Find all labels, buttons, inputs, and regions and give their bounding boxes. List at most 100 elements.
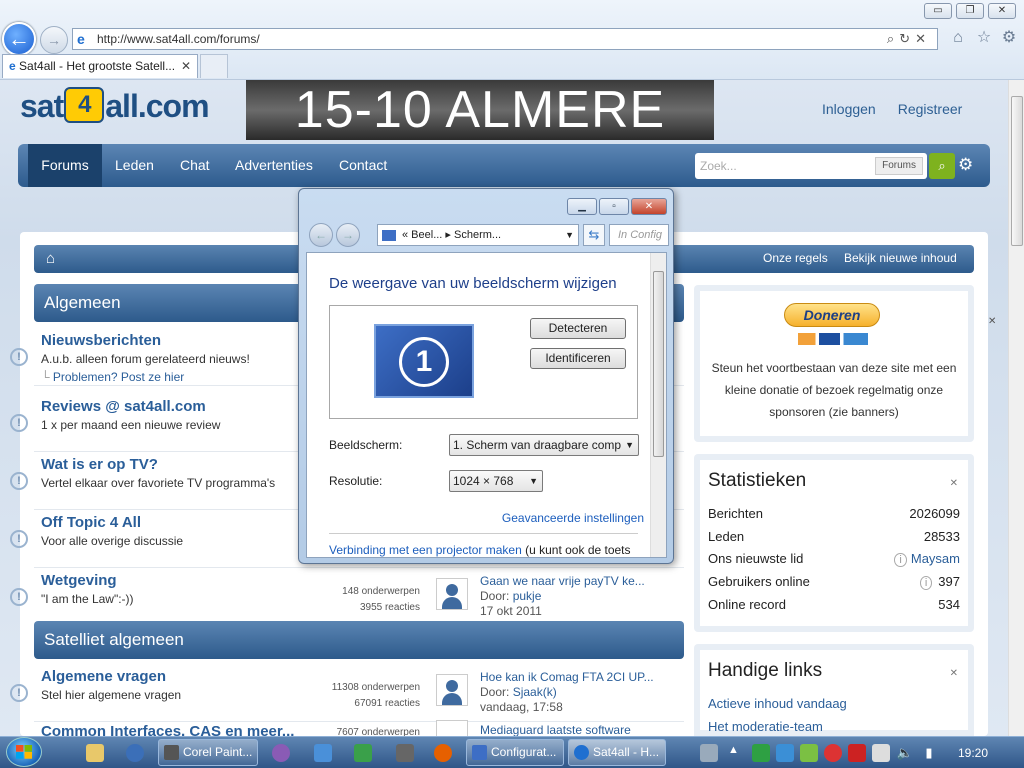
task-corel-paint[interactable]: Corel Paint... bbox=[158, 739, 258, 766]
forum-title[interactable]: Common Interfaces, CAS en meer... bbox=[41, 723, 294, 736]
back-button[interactable]: ← bbox=[2, 22, 36, 56]
forum-row[interactable]: ! Wetgeving "I am the Law":-)) 148 onder… bbox=[10, 568, 684, 626]
favorites-star-icon[interactable]: ☆ bbox=[974, 28, 994, 48]
last-post-title[interactable]: Gaan we naar vrije payTV ke... bbox=[480, 574, 645, 588]
new-content-link[interactable]: Bekijk nieuwe inhoud bbox=[844, 251, 957, 265]
media-icon[interactable] bbox=[126, 744, 144, 762]
forum-title[interactable]: Reviews @ sat4all.com bbox=[41, 398, 206, 415]
collapse-icon[interactable]: ✕ bbox=[950, 478, 958, 489]
subforum-link[interactable]: └ Problemen? Post ze hier bbox=[41, 370, 184, 384]
dialog-back-button[interactable]: ← bbox=[309, 223, 333, 247]
clock[interactable]: 19:20 bbox=[958, 746, 988, 760]
link-moderators[interactable]: Het moderatie-team bbox=[708, 719, 960, 734]
rules-link[interactable]: Onze regels bbox=[763, 251, 828, 265]
forum-row[interactable]: Common Interfaces, CAS en meer... 7607 o… bbox=[34, 720, 684, 736]
forum-title[interactable]: Wetgeving bbox=[41, 572, 117, 589]
dialog-refresh-button[interactable]: ⇆ bbox=[583, 224, 605, 246]
dialog-forward-button[interactable]: → bbox=[336, 223, 360, 247]
keyboard-icon[interactable] bbox=[700, 744, 718, 762]
dropdown-arrow-icon[interactable]: ▼ bbox=[565, 225, 574, 245]
dialog-scrollbar-thumb[interactable] bbox=[653, 271, 664, 457]
tray-app-icon[interactable] bbox=[800, 744, 818, 762]
home-icon[interactable]: ⌂ bbox=[948, 28, 968, 48]
tray-app-icon[interactable] bbox=[752, 744, 770, 762]
avatar[interactable] bbox=[436, 578, 468, 610]
close-icon[interactable]: ✕ bbox=[988, 316, 1002, 330]
search-input[interactable]: Zoek... Forums bbox=[695, 153, 927, 179]
identify-button[interactable]: Identificeren bbox=[530, 348, 626, 369]
nav-advertenties[interactable]: Advertenties bbox=[235, 144, 313, 187]
dialog-minimize-button[interactable]: ▁ bbox=[567, 198, 597, 215]
close-tab-icon[interactable]: ✕ bbox=[181, 59, 191, 73]
nav-chat[interactable]: Chat bbox=[180, 144, 210, 187]
dialog-maximize-button[interactable]: ▫ bbox=[599, 198, 629, 215]
forum-title[interactable]: Nieuwsberichten bbox=[41, 332, 161, 349]
detect-button[interactable]: Detecteren bbox=[530, 318, 626, 339]
online-users[interactable]: i 397 bbox=[919, 574, 960, 590]
last-post-title[interactable]: Mediaguard laatste software bbox=[480, 723, 631, 736]
login-link[interactable]: Inloggen bbox=[822, 101, 876, 117]
task-sat4all-browser[interactable]: Sat4all - H... bbox=[568, 739, 666, 766]
projector-link[interactable]: Verbinding met een projector maken bbox=[329, 543, 522, 557]
advanced-settings-link[interactable]: Geavanceerde instellingen bbox=[502, 511, 644, 525]
donate-button[interactable]: Doneren bbox=[784, 303, 880, 327]
signal-icon[interactable]: ▮ bbox=[920, 744, 938, 762]
ad-banner[interactable]: 15-10 ALMERE bbox=[246, 80, 714, 140]
app-icon[interactable] bbox=[354, 744, 372, 762]
forum-row[interactable]: ! Algemene vragen Stel hier algemene vra… bbox=[10, 664, 684, 722]
explorer-icon[interactable] bbox=[86, 744, 104, 762]
nav-contact[interactable]: Contact bbox=[339, 144, 387, 187]
maximize-button[interactable]: ❐ bbox=[956, 3, 984, 19]
browser-tab[interactable]: e Sat4all - Het grootste Satell... ✕ bbox=[2, 54, 198, 78]
display-select[interactable]: 1. Scherm van draagbare comp ▼ bbox=[449, 434, 639, 456]
close-window-button[interactable]: ✕ bbox=[988, 3, 1016, 19]
resolution-select[interactable]: 1024 × 768 ▼ bbox=[449, 470, 543, 492]
last-post-user[interactable]: pukje bbox=[513, 589, 542, 603]
dialog-scrollbar[interactable] bbox=[650, 253, 666, 557]
newest-member-link[interactable]: i Maysam bbox=[894, 551, 960, 567]
refresh-icon[interactable]: ↻ bbox=[899, 31, 915, 46]
dialog-search-input[interactable]: In Config bbox=[609, 224, 669, 246]
address-tools[interactable]: ⌕↻✕ bbox=[887, 31, 931, 47]
tray-app-icon[interactable] bbox=[824, 744, 842, 762]
collapse-icon[interactable]: ✕ bbox=[950, 668, 958, 679]
app-icon[interactable] bbox=[314, 744, 332, 762]
tray-app-icon[interactable] bbox=[776, 744, 794, 762]
start-button[interactable] bbox=[6, 737, 42, 767]
register-link[interactable]: Registreer bbox=[898, 101, 963, 117]
app-icon[interactable] bbox=[272, 744, 290, 762]
home-icon[interactable]: ⌂ bbox=[46, 250, 55, 267]
site-logo[interactable]: sat 4 all.com bbox=[20, 86, 210, 127]
search-scope-select[interactable]: Forums bbox=[875, 157, 923, 175]
forum-title[interactable]: Algemene vragen bbox=[41, 668, 166, 685]
address-bar[interactable]: e http://www.sat4all.com/forums/ ⌕↻✕ bbox=[72, 28, 938, 50]
forum-title[interactable]: Off Topic 4 All bbox=[41, 514, 141, 531]
last-post-title[interactable]: Hoe kan ik Comag FTA 2CI UP... bbox=[480, 670, 654, 684]
avatar[interactable] bbox=[436, 720, 468, 736]
page-scrollbar[interactable] bbox=[1008, 80, 1024, 736]
gear-icon[interactable]: ⚙ bbox=[999, 28, 1019, 48]
scrollbar-thumb[interactable] bbox=[1011, 96, 1023, 246]
firefox-icon[interactable] bbox=[434, 744, 452, 762]
volume-icon[interactable]: 🔈 bbox=[896, 744, 914, 762]
link-active-content[interactable]: Actieve inhoud vandaag bbox=[708, 696, 960, 711]
category-satelliet-algemeen[interactable]: Satelliet algemeen bbox=[34, 621, 684, 659]
forward-button[interactable]: → bbox=[40, 26, 68, 54]
stop-icon[interactable]: ✕ bbox=[915, 31, 931, 46]
tray-expand-icon[interactable]: ▲ bbox=[728, 744, 739, 756]
monitor-1[interactable]: 1 bbox=[374, 324, 474, 398]
last-post-user[interactable]: Sjaak(k) bbox=[513, 685, 557, 699]
network-warning-icon[interactable] bbox=[848, 744, 866, 762]
nav-forums[interactable]: Forums bbox=[28, 144, 102, 187]
new-tab-button[interactable] bbox=[200, 54, 228, 78]
avatar[interactable] bbox=[436, 674, 468, 706]
task-configuratie[interactable]: Configurat... bbox=[466, 739, 564, 766]
app-icon[interactable] bbox=[396, 744, 414, 762]
clipboard-icon[interactable] bbox=[872, 744, 890, 762]
forum-title[interactable]: Wat is er op TV? bbox=[41, 456, 158, 473]
dialog-close-button[interactable]: ✕ bbox=[631, 198, 667, 215]
search-button[interactable]: ⌕ bbox=[929, 153, 955, 179]
settings-gear-icon[interactable]: ⚙ bbox=[958, 155, 973, 175]
dialog-address-bar[interactable]: « Beel... ▸ Scherm... ▼ bbox=[377, 224, 579, 246]
nav-leden[interactable]: Leden bbox=[115, 144, 154, 187]
